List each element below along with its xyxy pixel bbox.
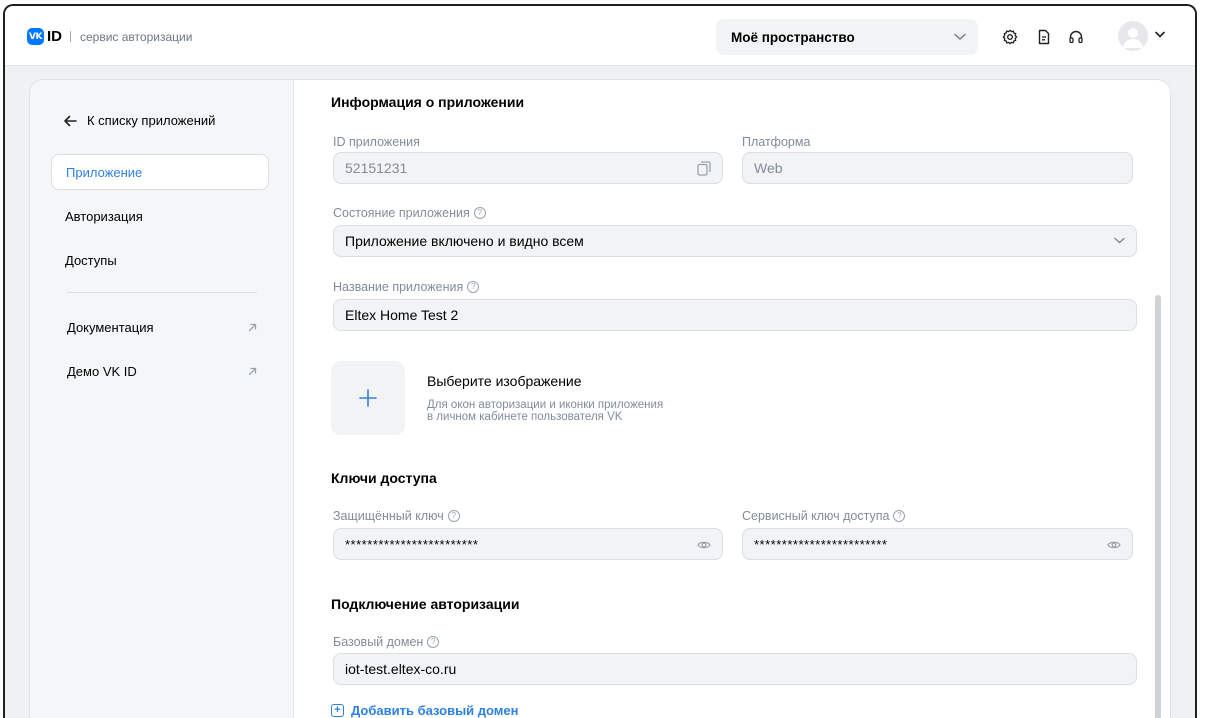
logo-subtitle: сервис авторизации bbox=[80, 29, 193, 44]
protected-key-value: ************************ bbox=[345, 536, 479, 552]
protected-key-field[interactable]: ************************ bbox=[333, 528, 723, 560]
document-icon[interactable] bbox=[1036, 29, 1052, 45]
base-domain-label: Базовый домен? bbox=[333, 635, 440, 649]
app-settings-card: К списку приложений Приложение Авторизац… bbox=[29, 79, 1171, 718]
sidebar-item-application[interactable]: Приложение bbox=[51, 154, 269, 190]
sidebar-item-authorization[interactable]: Авторизация bbox=[51, 198, 269, 234]
protected-key-label: Защищённый ключ? bbox=[333, 509, 460, 523]
chevron-down-icon bbox=[1114, 237, 1125, 244]
help-icon[interactable]: ? bbox=[467, 281, 480, 293]
browser-frame: VK ID сервис авторизации Моё пространств… bbox=[3, 4, 1197, 718]
app-id-label: ID приложения bbox=[333, 135, 420, 149]
external-arrow-icon bbox=[248, 367, 257, 376]
top-bar: VK ID сервис авторизации Моё пространств… bbox=[5, 6, 1195, 66]
help-icon[interactable]: ? bbox=[447, 510, 460, 522]
vk-id-logo[interactable]: VK ID сервис авторизации bbox=[27, 28, 192, 45]
sidebar: К списку приложений Приложение Авторизац… bbox=[30, 80, 294, 718]
space-select[interactable]: Моё пространство bbox=[716, 19, 978, 55]
app-id-field[interactable]: 52151231 bbox=[333, 152, 723, 184]
image-title: Выберите изображение bbox=[427, 373, 582, 389]
sidebar-divider bbox=[67, 292, 257, 293]
base-domain-value: iot-test.eltex-co.ru bbox=[345, 661, 457, 677]
app-state-label: Состояние приложения? bbox=[333, 206, 486, 220]
sidebar-link-documentation[interactable]: Документация bbox=[67, 320, 257, 335]
app-name-input[interactable]: Eltex Home Test 2 bbox=[333, 299, 1137, 331]
settings-icon[interactable] bbox=[1002, 29, 1018, 45]
app-name-label: Название приложения? bbox=[333, 280, 480, 294]
sidebar-item-label: Авторизация bbox=[65, 208, 143, 224]
app-name-value: Eltex Home Test 2 bbox=[345, 307, 459, 323]
auth-connection-title: Подключение авторизации bbox=[331, 596, 520, 612]
sidebar-item-label: Приложение bbox=[66, 164, 143, 180]
sidebar-link-demo[interactable]: Демо VK ID bbox=[67, 364, 257, 379]
scrollbar[interactable] bbox=[1155, 295, 1161, 718]
back-to-apps-link[interactable]: К списку приложений bbox=[63, 113, 215, 128]
help-icon[interactable]: ? bbox=[893, 510, 906, 522]
space-select-value: Моё пространство bbox=[731, 29, 855, 45]
chevron-down-icon[interactable] bbox=[1155, 31, 1165, 38]
arrow-left-icon bbox=[64, 115, 77, 126]
platform-label: Платформа bbox=[742, 135, 811, 149]
choose-image-button[interactable] bbox=[331, 361, 405, 435]
app-id-value: 52151231 bbox=[345, 160, 408, 176]
help-icon[interactable]: ? bbox=[427, 636, 440, 648]
access-keys-title: Ключи доступа bbox=[331, 470, 437, 486]
eye-icon[interactable] bbox=[697, 540, 711, 550]
plus-icon bbox=[359, 389, 377, 407]
eye-icon[interactable] bbox=[1107, 540, 1121, 550]
service-key-label: Сервисный ключ доступа? bbox=[742, 509, 906, 523]
logo-separator bbox=[70, 31, 71, 42]
main-content: Информация о приложении ID приложения 52… bbox=[331, 80, 1141, 718]
platform-field: Web bbox=[742, 152, 1133, 184]
chevron-down-icon bbox=[954, 33, 966, 41]
support-headset-icon[interactable] bbox=[1068, 29, 1084, 45]
app-info-title: Информация о приложении bbox=[331, 94, 525, 110]
logo-id-text: ID bbox=[47, 28, 62, 45]
add-domain-label: Добавить базовый домен bbox=[351, 703, 519, 718]
platform-value: Web bbox=[754, 160, 783, 176]
app-state-value: Приложение включено и видно всем bbox=[345, 233, 584, 249]
external-arrow-icon bbox=[248, 323, 257, 332]
help-icon[interactable]: ? bbox=[473, 207, 486, 219]
plus-square-icon: + bbox=[331, 704, 344, 717]
avatar-icon bbox=[1123, 28, 1143, 48]
service-key-field[interactable]: ************************ bbox=[742, 528, 1133, 560]
service-key-value: ************************ bbox=[754, 536, 888, 552]
sidebar-link-label: Демо VK ID bbox=[67, 364, 137, 379]
sidebar-link-label: Документация bbox=[67, 320, 154, 335]
base-domain-input[interactable]: iot-test.eltex-co.ru bbox=[333, 653, 1137, 685]
add-base-domain-button[interactable]: + Добавить базовый домен bbox=[331, 703, 519, 718]
back-label: К списку приложений bbox=[87, 113, 216, 128]
copy-icon[interactable] bbox=[697, 161, 711, 176]
image-description: Для окон авторизации и иконки приложения… bbox=[427, 399, 664, 423]
app-state-select[interactable]: Приложение включено и видно всем bbox=[333, 225, 1137, 257]
vk-logo-badge: VK bbox=[27, 28, 44, 45]
sidebar-item-access[interactable]: Доступы bbox=[51, 242, 269, 278]
sidebar-item-label: Доступы bbox=[65, 252, 117, 268]
avatar[interactable] bbox=[1118, 21, 1148, 51]
